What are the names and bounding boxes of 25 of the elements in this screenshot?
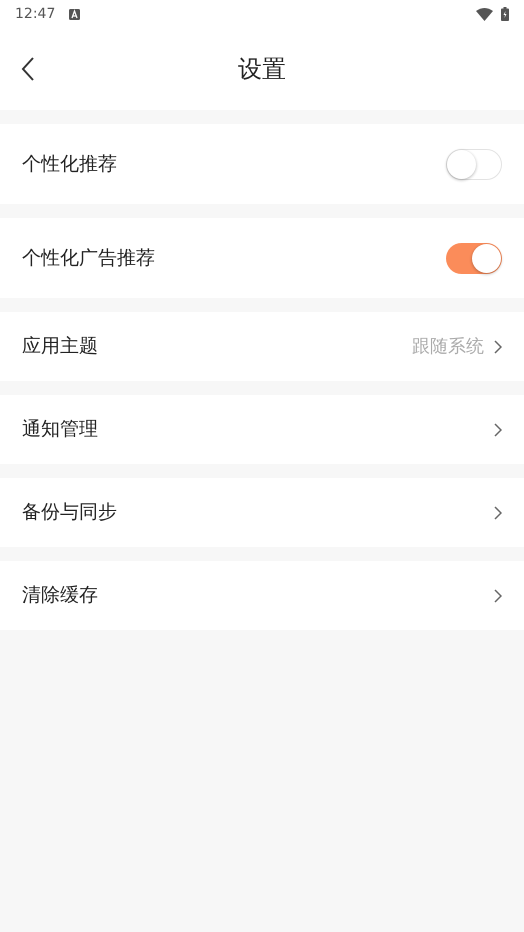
row-label: 备份与同步: [22, 500, 118, 526]
settings-row[interactable]: 应用主题 跟随系统: [0, 312, 524, 381]
page-title: 设置: [238, 54, 286, 85]
settings-row[interactable]: 通知管理: [0, 395, 524, 464]
notification-icon: [69, 8, 80, 20]
chevron-right-icon: [494, 588, 502, 602]
chevron-right-icon: [494, 340, 502, 354]
row-label: 应用主题: [22, 334, 99, 360]
row-label: 个性化推荐: [22, 152, 118, 177]
settings-row[interactable]: 备份与同步: [0, 478, 524, 547]
toggle-switch[interactable]: [446, 242, 502, 274]
toggle-switch[interactable]: [446, 148, 502, 180]
settings-row[interactable]: 个性化推荐: [0, 124, 524, 204]
back-icon: [21, 57, 35, 81]
row-label: 清除缓存: [22, 583, 99, 608]
row-label: 个性化广告推荐: [22, 246, 156, 271]
wifi-icon: [476, 8, 493, 20]
settings-row[interactable]: 清除缓存: [0, 561, 524, 630]
battery-icon: [501, 7, 509, 21]
row-value: 跟随系统: [412, 335, 484, 359]
row-label: 通知管理: [22, 417, 99, 442]
settings-row[interactable]: 个性化广告推荐: [0, 218, 524, 298]
chevron-right-icon: [494, 422, 502, 436]
chevron-right-icon: [494, 506, 502, 520]
status-time: 12:47: [15, 4, 56, 24]
